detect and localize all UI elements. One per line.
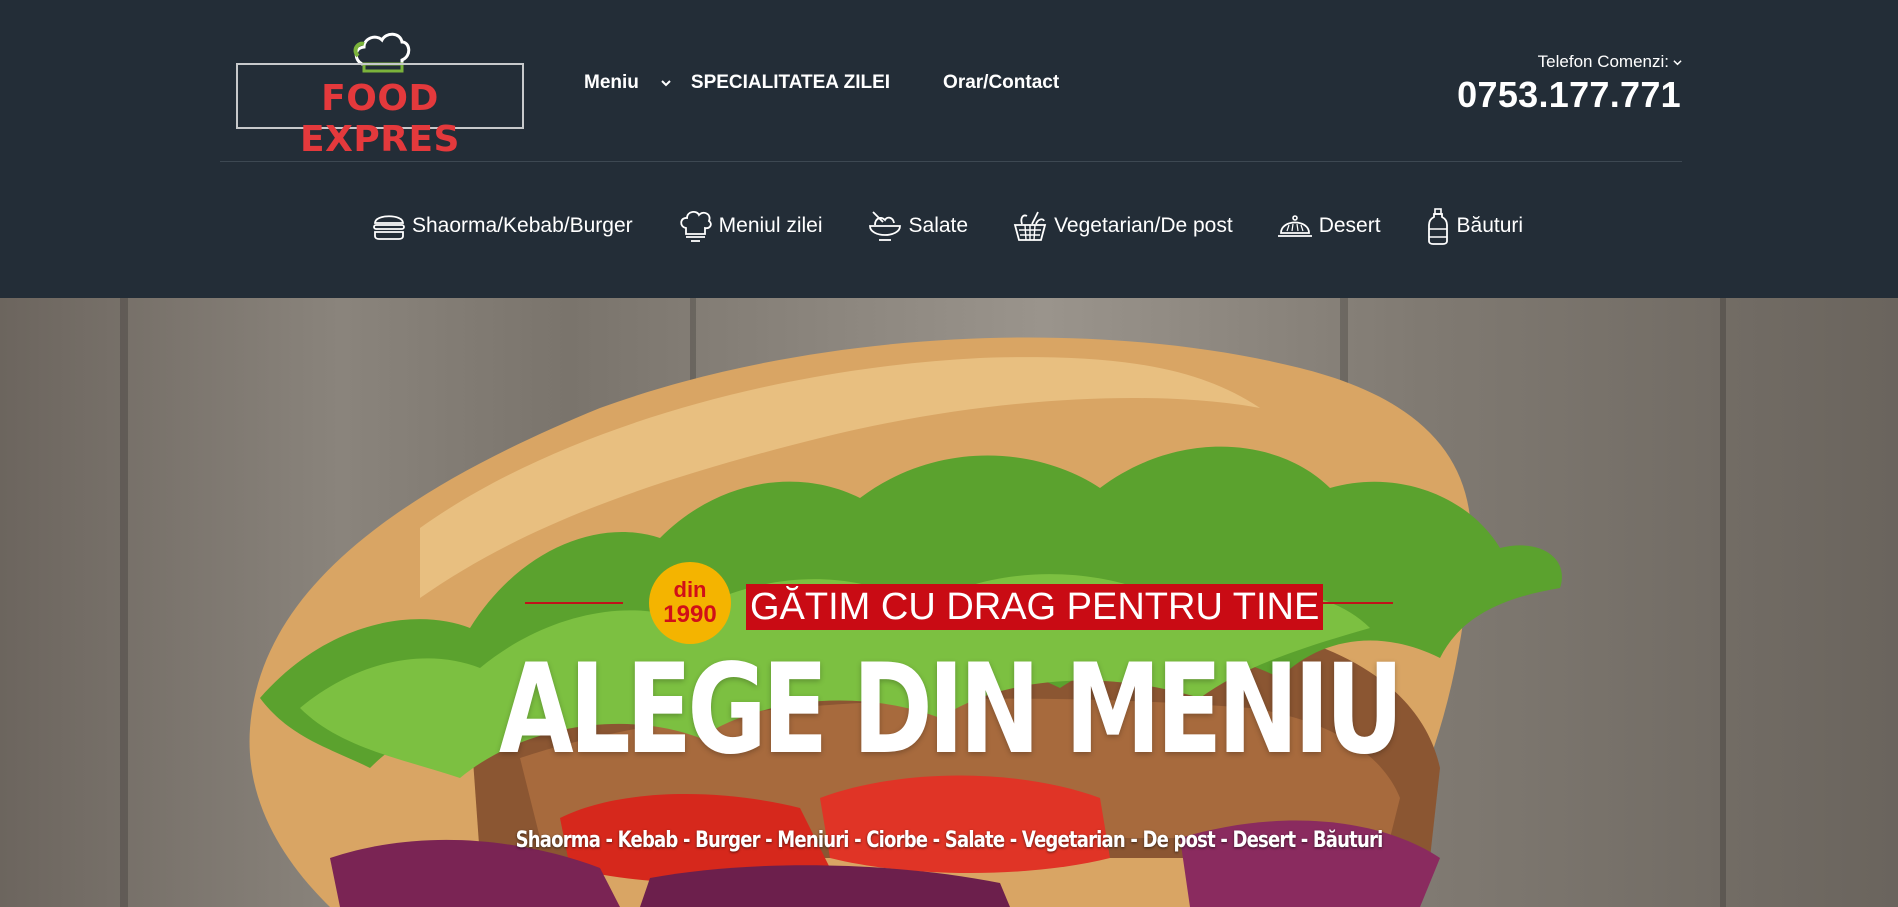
nav-meniu-label: Meniu (584, 72, 639, 93)
hero-tagline: GĂTIM CU DRAG PENTRU TINE (746, 584, 1324, 630)
hero-headline: ALEGE DIN MENIU (498, 638, 1404, 782)
chef-hat-icon (679, 211, 712, 242)
nav-orar-contact[interactable]: Orar/Contact (943, 72, 1059, 94)
chevron-down-icon[interactable] (661, 78, 671, 88)
hero-banner: din 1990 GĂTIM CU DRAG PENTRU TINE ALEGE… (0, 298, 1898, 907)
header-divider (220, 161, 1682, 162)
category-meniul-zilei[interactable]: Meniul zilei (677, 208, 823, 244)
phone-number[interactable]: 0753.177.771 (1457, 74, 1681, 116)
category-salate[interactable]: Salate (867, 208, 969, 244)
badge-line1: din (673, 577, 707, 602)
phone-dropdown[interactable]: Telefon Comenzi: (1538, 52, 1682, 72)
chevron-down-icon (1673, 59, 1682, 65)
category-label: Meniul zilei (718, 214, 823, 237)
cloche-icon (1277, 215, 1312, 237)
tagline-rule-left (525, 602, 623, 604)
main-nav: Meniu SPECIALITATEA ZILEI Orar/Contact (584, 72, 1059, 94)
brand-logo[interactable]: FOOD EXPRES (236, 30, 524, 160)
category-bauturi[interactable]: Băuturi (1425, 207, 1524, 245)
brand-name: FOOD EXPRES (300, 78, 460, 160)
nav-meniu[interactable]: Meniu (584, 72, 671, 94)
nav-specialitatea-zilei[interactable]: SPECIALITATEA ZILEI (691, 72, 890, 94)
category-desert[interactable]: Desert (1277, 211, 1381, 241)
vegetable-basket-icon (1013, 211, 1047, 241)
category-label: Salate (908, 214, 969, 237)
category-vegetarian-de-post[interactable]: Vegetarian/De post (1012, 208, 1233, 244)
category-shaorma-kebab-burger[interactable]: Shaorma/Kebab/Burger (372, 211, 633, 241)
site-header: FOOD EXPRES Meniu SPECIALITATEA ZILEI Or… (0, 0, 1898, 298)
phone-label: Telefon Comenzi: (1537, 52, 1669, 71)
category-nav: Shaorma/Kebab/Burger Meniul zilei Salate (372, 207, 1523, 245)
category-label: Shaorma/Kebab/Burger (412, 214, 633, 237)
since-1990-badge: din 1990 (649, 562, 731, 644)
category-label: Băuturi (1456, 214, 1524, 237)
salad-bowl-icon (868, 211, 901, 241)
category-label: Desert (1318, 214, 1381, 237)
category-label: Vegetarian/De post (1054, 214, 1233, 237)
hero-subline: Shaorma - Kebab - Burger - Meniuri - Cio… (515, 828, 1384, 853)
badge-line2: 1990 (663, 601, 717, 628)
bottle-icon (1427, 208, 1448, 245)
burger-icon (373, 215, 405, 240)
